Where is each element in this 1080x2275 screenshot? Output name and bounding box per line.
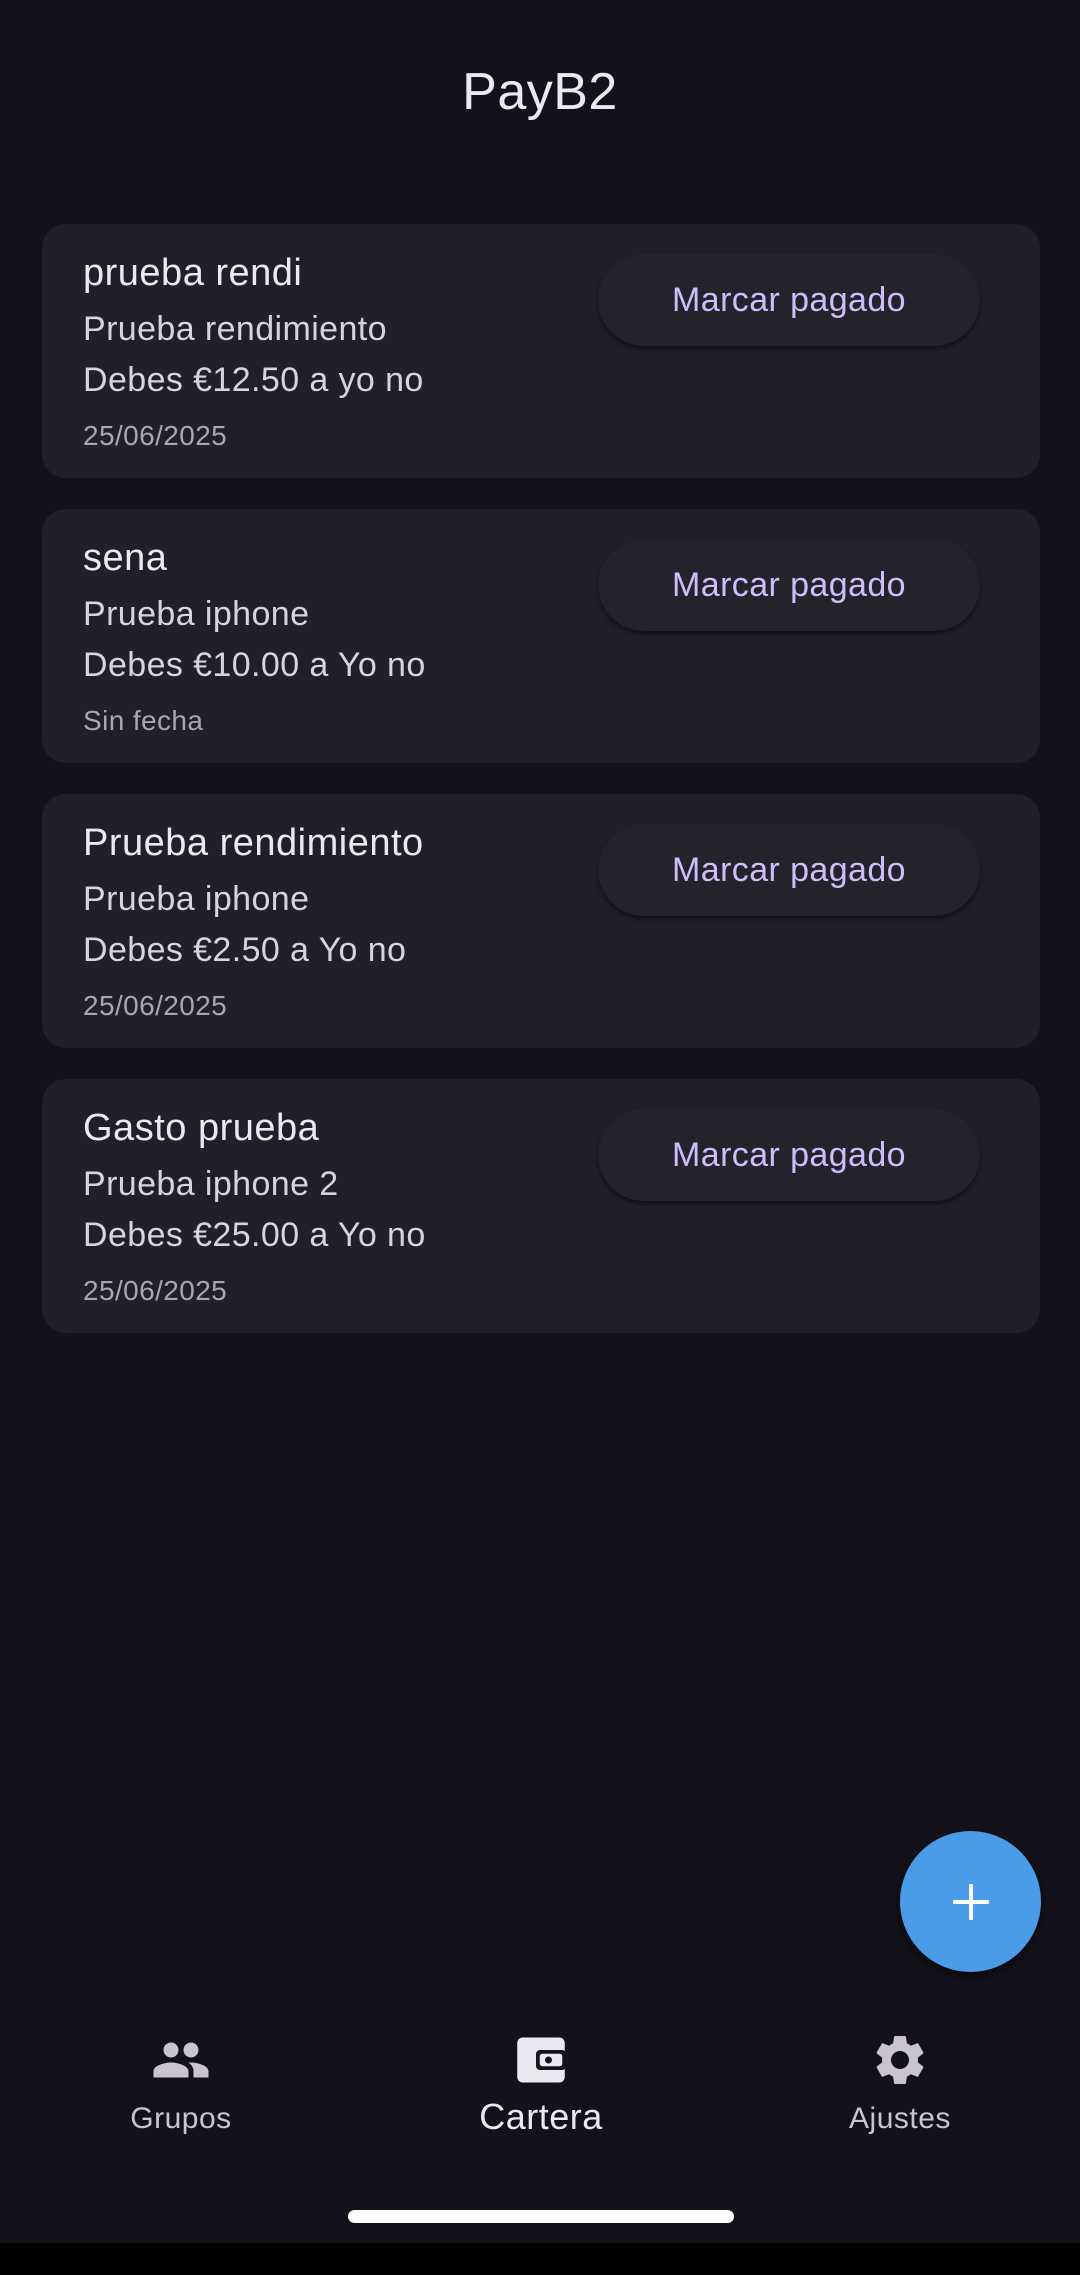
debt-group: Prueba iphone (83, 880, 310, 918)
nav-label-ajustes: Ajustes (849, 2102, 951, 2135)
debt-title: sena (83, 537, 168, 579)
nav-label-cartera: Cartera (479, 2096, 603, 2137)
debt-card: sena Prueba iphone Debes €10.00 a Yo no … (42, 509, 1040, 763)
debt-card: Gasto prueba Prueba iphone 2 Debes €25.0… (42, 1079, 1040, 1333)
debt-card: prueba rendi Prueba rendimiento Debes €1… (42, 224, 1040, 478)
mark-paid-button[interactable]: Marcar pagado (598, 1109, 980, 1201)
debt-title: Prueba rendimiento (83, 822, 424, 864)
debt-group: Prueba rendimiento (83, 310, 387, 348)
debt-amount-text: Debes €25.00 a Yo no (83, 1216, 426, 1254)
bottom-navigation: Grupos Cartera Ajustes (0, 2010, 1080, 2160)
mark-paid-button[interactable]: Marcar pagado (598, 254, 980, 346)
add-expense-button[interactable] (900, 1831, 1041, 1972)
app-screen: PayB2 prueba rendi Prueba rendimiento De… (0, 0, 1080, 2243)
wallet-icon (517, 2037, 566, 2083)
mark-paid-button[interactable]: Marcar pagado (598, 824, 980, 916)
plus-icon (952, 1883, 989, 1920)
debt-date: Sin fecha (83, 705, 204, 736)
debt-date: 25/06/2025 (83, 420, 228, 451)
nav-item-cartera[interactable]: Cartera (421, 2010, 661, 2160)
debt-date: 25/06/2025 (83, 990, 228, 1021)
debt-group: Prueba iphone (83, 595, 310, 633)
debt-list: prueba rendi Prueba rendimiento Debes €1… (42, 224, 1040, 1364)
debt-amount-text: Debes €10.00 a Yo no (83, 646, 426, 684)
debt-title: Gasto prueba (83, 1107, 320, 1149)
app-title: PayB2 (462, 63, 618, 121)
nav-item-grupos[interactable]: Grupos (61, 2010, 301, 2160)
gear-icon (876, 2036, 924, 2084)
nav-item-ajustes[interactable]: Ajustes (780, 2010, 1020, 2160)
debt-amount-text: Debes €2.50 a Yo no (83, 931, 407, 969)
nav-label-grupos: Grupos (130, 2102, 232, 2135)
home-indicator (348, 2210, 734, 2223)
debt-card: Prueba rendimiento Prueba iphone Debes €… (42, 794, 1040, 1048)
groups-icon (153, 2042, 209, 2078)
debt-amount-text: Debes €12.50 a yo no (83, 361, 424, 399)
debt-group: Prueba iphone 2 (83, 1165, 339, 1203)
debt-title: prueba rendi (83, 252, 303, 294)
debt-date: 25/06/2025 (83, 1275, 228, 1306)
mark-paid-button[interactable]: Marcar pagado (598, 539, 980, 631)
